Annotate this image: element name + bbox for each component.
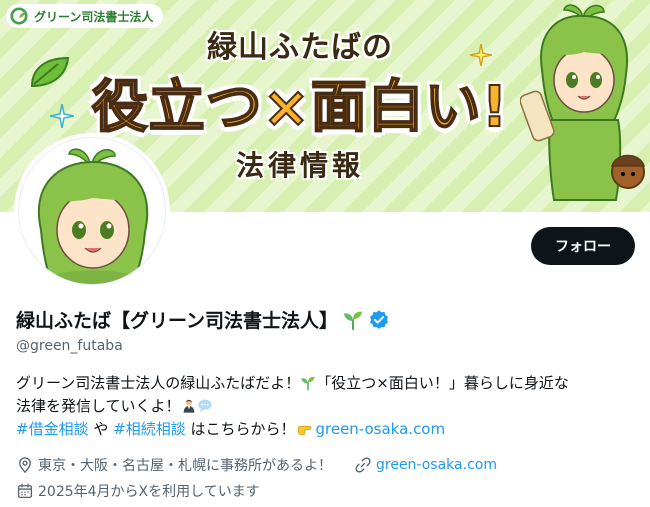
lawyer-icon	[183, 399, 194, 413]
bio-text: 「役立つ×面白い！」暮らしに身近な	[316, 374, 569, 392]
profile-meta-row: 東京・大阪・名古屋・札幌に事務所があるよ！ green-osaka.com	[16, 455, 497, 475]
hashtag-link[interactable]: #相続相談	[113, 420, 186, 438]
bio-text: や	[88, 420, 114, 438]
location-pin-icon	[19, 457, 31, 474]
brand-logo-icon	[10, 7, 28, 25]
joined-date-text: 2025年4月からXを利用しています	[38, 484, 260, 500]
banner-title-sub: 法律情報	[235, 149, 364, 182]
bio-text: はこちらから！	[185, 420, 296, 438]
banner-title-main: 役立つ×面白い!	[91, 74, 509, 141]
hashtag-link[interactable]: #借金相談	[16, 420, 89, 438]
bio-text: 法律を発信していくよ！	[16, 397, 181, 415]
leaf-icon	[30, 56, 70, 88]
sprout-icon	[343, 311, 363, 330]
link-icon	[355, 457, 371, 473]
profile-joined-row: 2025年4月からXを利用しています	[16, 481, 260, 501]
avatar-image	[19, 138, 165, 284]
bio-website-link[interactable]: green-osaka.com	[315, 420, 445, 438]
brand-name: グリーン司法書士法人	[34, 9, 154, 24]
character-illustration	[520, 4, 645, 201]
speech-bubble-icon	[197, 399, 212, 412]
brand-logo-badge: グリーン司法書士法人	[6, 4, 164, 28]
display-name: 緑山ふたば【グリーン司法書士法人】	[16, 310, 339, 332]
pointing-hand-icon	[298, 426, 312, 435]
calendar-icon	[17, 483, 33, 499]
follow-button[interactable]: フォロー	[531, 227, 635, 265]
profile-bio: グリーン司法書士法人の緑山ふたばだよ！ 「役立つ×面白い！」暮らしに身近な 法律…	[16, 372, 636, 441]
user-handle: @green_futaba	[16, 338, 123, 354]
bio-text: グリーン司法書士法人の緑山ふたばだよ！	[16, 374, 301, 392]
profile-name-row: 緑山ふたば【グリーン司法書士法人】	[16, 306, 390, 333]
location-text: 東京・大阪・名古屋・札幌に事務所があるよ！	[38, 458, 332, 474]
sprout-icon	[301, 376, 315, 391]
verified-badge-icon[interactable]	[368, 309, 390, 331]
banner-title-small: 緑山ふたばの	[207, 30, 393, 65]
website-link[interactable]: green-osaka.com	[376, 457, 497, 473]
avatar[interactable]	[14, 133, 170, 289]
